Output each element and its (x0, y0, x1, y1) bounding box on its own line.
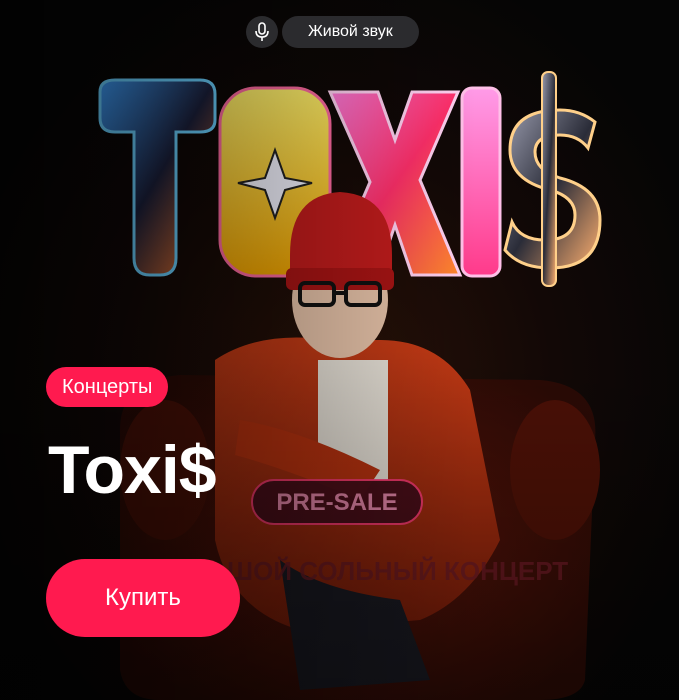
event-title: Toxi$ (48, 432, 217, 508)
audio-toggle[interactable]: Живой звук (246, 16, 419, 48)
microphone-icon[interactable] (246, 16, 278, 48)
category-badge: Концерты (46, 367, 169, 407)
event-card[interactable]: PRE-SALE БОЛЬШОЙ СОЛЬНЫЙ КОНЦЕРТ Живой з… (0, 0, 679, 700)
buy-button[interactable]: Купить (46, 559, 240, 637)
live-sound-label[interactable]: Живой звук (282, 16, 419, 48)
